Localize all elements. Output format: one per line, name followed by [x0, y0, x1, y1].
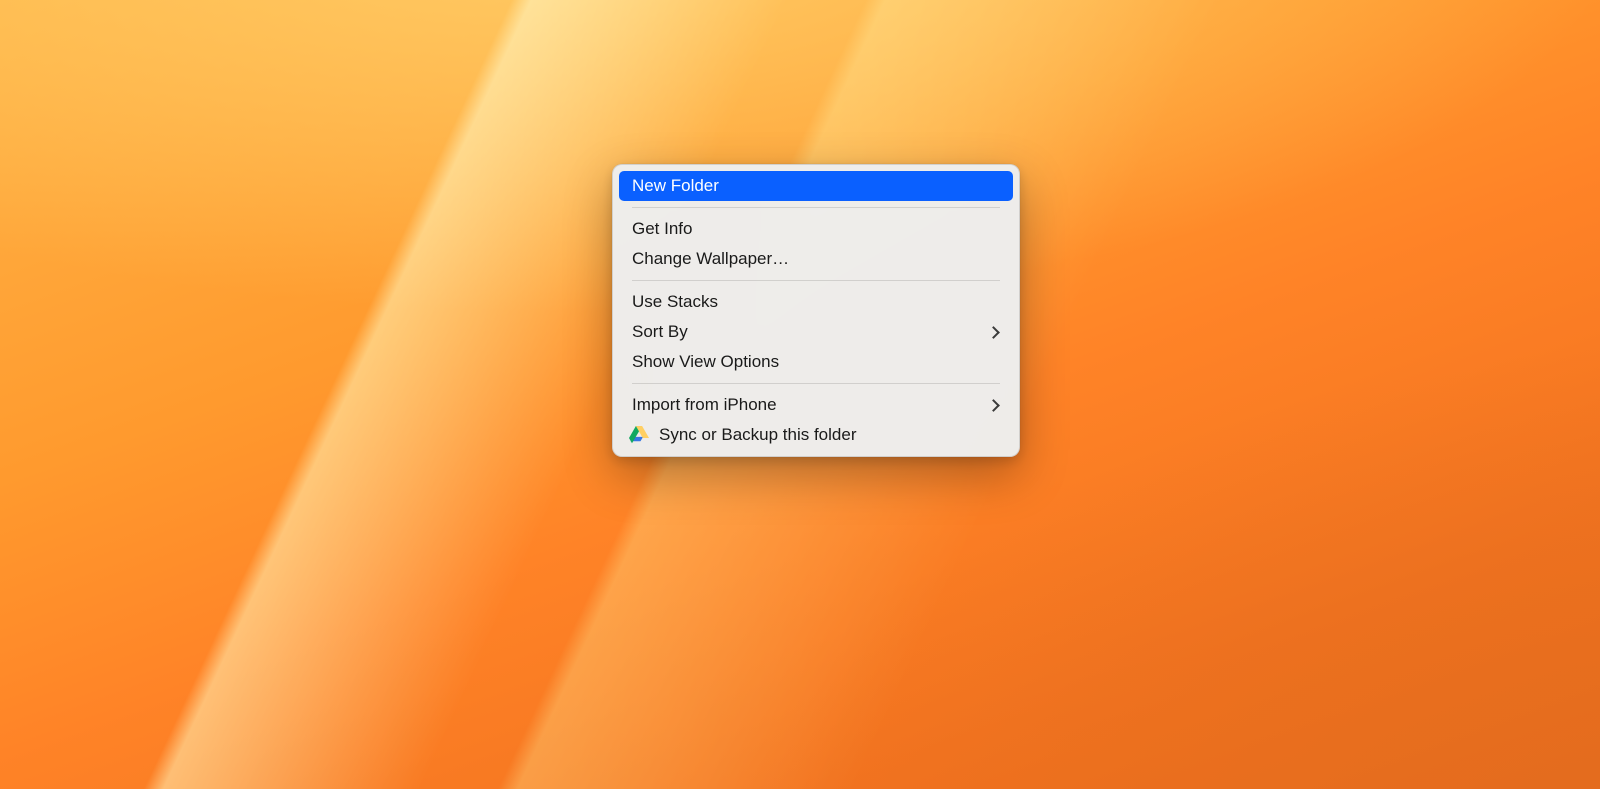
menu-item-sort-by[interactable]: Sort By — [619, 317, 1013, 347]
menu-item-label: Change Wallpaper… — [632, 249, 1000, 269]
google-drive-icon — [629, 426, 649, 444]
menu-item-new-folder[interactable]: New Folder — [619, 171, 1013, 201]
chevron-right-icon — [987, 326, 1000, 339]
menu-item-use-stacks[interactable]: Use Stacks — [619, 287, 1013, 317]
menu-item-label: Import from iPhone — [632, 395, 979, 415]
desktop-wallpaper[interactable]: New Folder Get Info Change Wallpaper… Us… — [0, 0, 1600, 789]
menu-item-label: Sort By — [632, 322, 979, 342]
menu-separator — [632, 383, 1000, 384]
menu-item-label: Sync or Backup this folder — [659, 425, 1000, 445]
menu-item-import-from-iphone[interactable]: Import from iPhone — [619, 390, 1013, 420]
menu-item-show-view-options[interactable]: Show View Options — [619, 347, 1013, 377]
chevron-right-icon — [987, 399, 1000, 412]
menu-item-label: New Folder — [632, 176, 1000, 196]
desktop-context-menu: New Folder Get Info Change Wallpaper… Us… — [612, 164, 1020, 457]
menu-item-get-info[interactable]: Get Info — [619, 214, 1013, 244]
menu-separator — [632, 280, 1000, 281]
menu-item-label: Get Info — [632, 219, 1000, 239]
menu-item-change-wallpaper[interactable]: Change Wallpaper… — [619, 244, 1013, 274]
menu-item-label: Show View Options — [632, 352, 1000, 372]
menu-item-label: Use Stacks — [632, 292, 1000, 312]
menu-item-sync-backup-folder[interactable]: Sync or Backup this folder — [619, 420, 1013, 450]
menu-separator — [632, 207, 1000, 208]
